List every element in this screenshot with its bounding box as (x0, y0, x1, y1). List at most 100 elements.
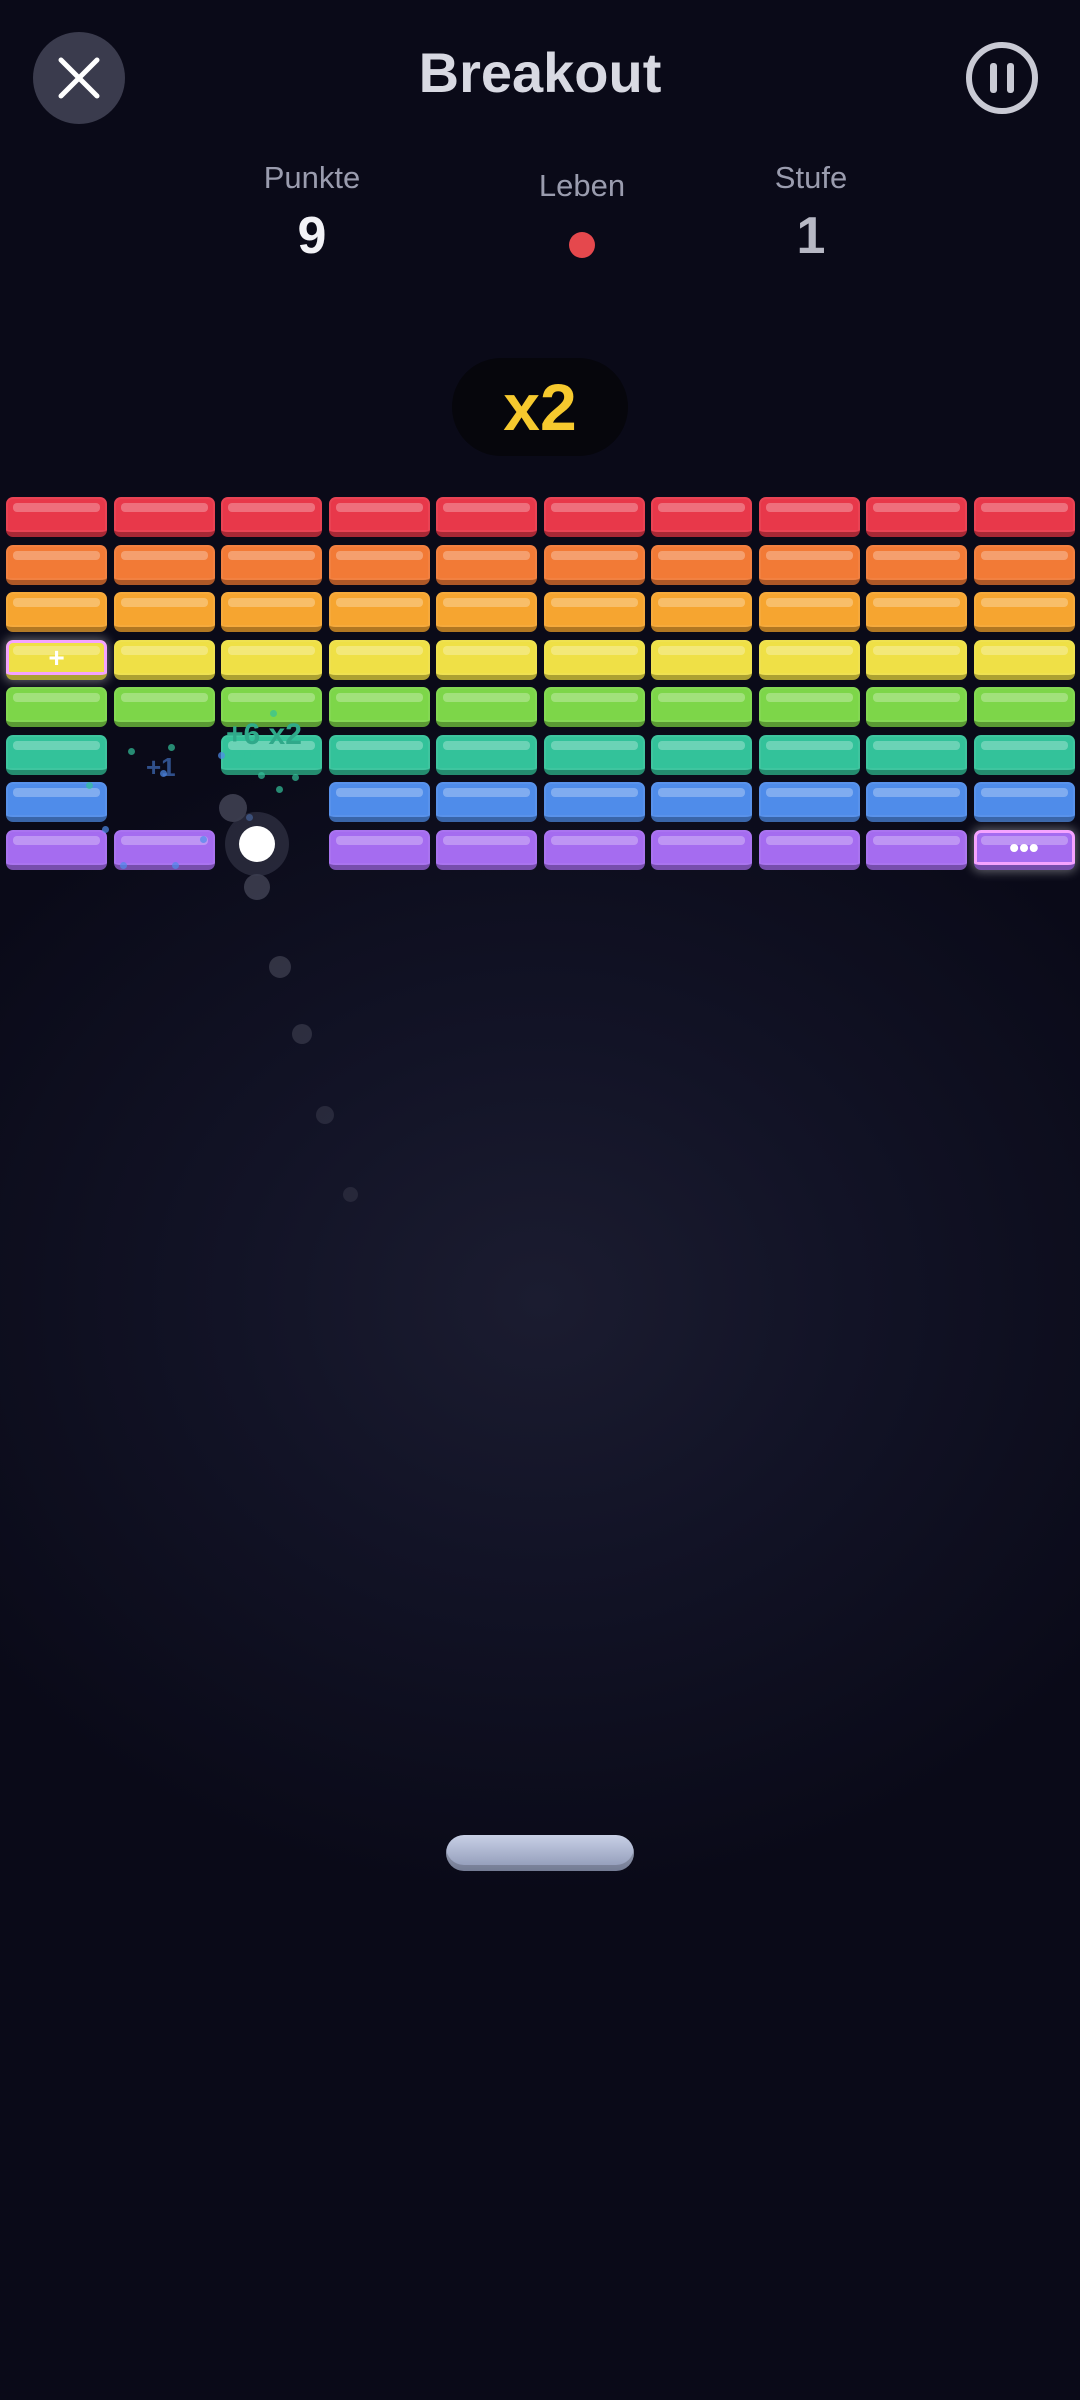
particle (168, 744, 175, 751)
brick (543, 687, 645, 727)
brick (973, 592, 1075, 632)
brick (6, 687, 107, 727)
brick (543, 782, 645, 822)
brick (543, 592, 645, 632)
brick (973, 782, 1075, 822)
game-stage[interactable]: Breakout Punkte 9 Leben Stufe 1 x2 + ••• … (0, 0, 1080, 2400)
brick (866, 734, 967, 775)
brick (221, 497, 322, 537)
score-label: Punkte (263, 160, 361, 195)
lives-indicator (482, 232, 682, 258)
brick (866, 782, 967, 822)
pause-button[interactable] (966, 42, 1038, 114)
brick (866, 592, 967, 632)
brick (758, 734, 860, 775)
ball-trail (292, 1024, 312, 1044)
brick (6, 544, 107, 585)
brick (973, 497, 1075, 537)
brick (436, 592, 537, 632)
level-stat: Stufe 1 (711, 160, 911, 266)
brick (6, 734, 107, 775)
brick (436, 734, 537, 775)
brick (651, 782, 752, 822)
brick (758, 639, 860, 680)
brick (866, 639, 967, 680)
particle (258, 772, 265, 779)
brick (328, 592, 430, 632)
brick (436, 829, 537, 870)
paddle[interactable] (446, 1835, 634, 1871)
brick (436, 687, 537, 727)
ball-trail (316, 1106, 334, 1124)
brick (651, 497, 752, 537)
brick (221, 639, 322, 680)
lives-stat: Leben (482, 168, 682, 258)
powerup-mark-expand: + (48, 641, 65, 673)
particle (292, 774, 299, 781)
brick (651, 829, 752, 870)
brick (543, 544, 645, 585)
life-dot (569, 232, 595, 258)
bonus-popup: +1 (146, 752, 176, 782)
brick (758, 829, 860, 870)
points-popup: +6 x2 (226, 718, 302, 751)
particle (218, 752, 225, 759)
particle (200, 836, 207, 843)
brick (436, 639, 537, 680)
ball-trail (244, 874, 270, 900)
brick (651, 734, 752, 775)
particle (102, 826, 109, 833)
brick (651, 639, 752, 680)
ball-trail (219, 794, 247, 822)
brick (6, 592, 107, 632)
score-stat: Punkte 9 (212, 160, 412, 266)
brick (113, 544, 215, 585)
brick (973, 639, 1075, 680)
powerup-brick-multiball: ••• (973, 829, 1075, 870)
brick (758, 687, 860, 727)
brick (543, 639, 645, 680)
close-button[interactable] (33, 32, 125, 124)
ball-trail (343, 1187, 358, 1202)
brick (866, 829, 967, 870)
particle (276, 786, 283, 793)
score-value: 9 (297, 207, 327, 265)
pause-icon (990, 63, 1014, 93)
particle (120, 862, 127, 869)
brick (328, 829, 430, 870)
particle (244, 752, 251, 759)
brick (651, 592, 752, 632)
brick (113, 497, 215, 537)
brick (328, 497, 430, 537)
brick (221, 592, 322, 632)
brick (758, 782, 860, 822)
level-label: Stufe (774, 160, 848, 195)
particle (172, 862, 179, 869)
brick (6, 497, 107, 537)
brick (6, 829, 107, 870)
brick (436, 544, 537, 585)
brick (651, 687, 752, 727)
brick (866, 497, 967, 537)
particle (128, 748, 135, 755)
brick (328, 639, 430, 680)
brick (651, 544, 752, 585)
ball-trail (269, 956, 291, 978)
particle (246, 814, 253, 821)
brick (113, 829, 215, 870)
brick (866, 687, 967, 727)
lives-label: Leben (538, 168, 626, 203)
page-title: Breakout (418, 41, 662, 104)
brick (328, 734, 430, 775)
brick (758, 592, 860, 632)
brick (758, 497, 860, 537)
powerup-brick-expand: + (6, 639, 107, 680)
brick (973, 687, 1075, 727)
brick (543, 829, 645, 870)
brick (543, 734, 645, 775)
brick (543, 497, 645, 537)
brick (113, 639, 215, 680)
particle (270, 710, 277, 717)
particle (86, 782, 93, 789)
close-icon (58, 57, 100, 99)
